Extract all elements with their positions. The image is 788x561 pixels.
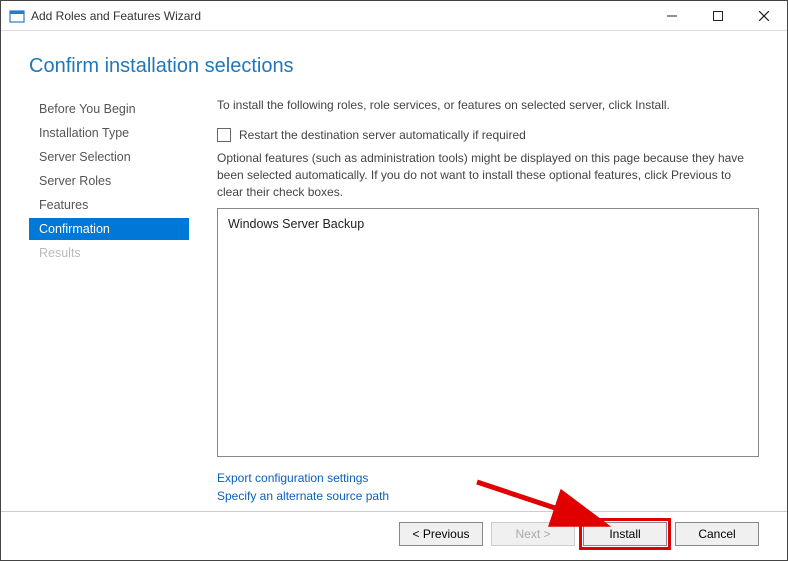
intro-text: To install the following roles, role ser… (217, 98, 759, 122)
wizard-window: Add Roles and Features Wizard Confirm in… (0, 0, 788, 561)
cancel-button[interactable]: Cancel (675, 522, 759, 546)
sidebar-item-server-roles[interactable]: Server Roles (29, 170, 189, 192)
sidebar-item-confirmation[interactable]: Confirmation (29, 218, 189, 240)
optional-features-note: Optional features (such as administratio… (217, 150, 759, 208)
close-button[interactable] (741, 1, 787, 31)
sidebar-item-results: Results (29, 242, 189, 264)
install-button[interactable]: Install (583, 522, 667, 546)
selected-features-list: Windows Server Backup (217, 208, 759, 457)
window-title: Add Roles and Features Wizard (31, 9, 649, 23)
previous-button[interactable]: < Previous (399, 522, 483, 546)
header: Confirm installation selections (1, 31, 787, 88)
app-icon (9, 8, 25, 24)
links: Export configuration settings Specify an… (217, 469, 759, 511)
main-content: To install the following roles, role ser… (189, 98, 759, 511)
page-title: Confirm installation selections (29, 55, 294, 78)
export-config-link[interactable]: Export configuration settings (217, 469, 759, 487)
window-controls (649, 1, 787, 31)
wizard-steps-sidebar: Before You Begin Installation Type Serve… (29, 98, 189, 511)
footer-buttons: < Previous Next > Install Cancel (1, 511, 787, 560)
next-button: Next > (491, 522, 575, 546)
sidebar-item-installation-type[interactable]: Installation Type (29, 122, 189, 144)
restart-checkbox-row[interactable]: Restart the destination server automatic… (217, 122, 759, 150)
restart-checkbox-label: Restart the destination server automatic… (239, 128, 526, 142)
sidebar-item-server-selection[interactable]: Server Selection (29, 146, 189, 168)
feature-item: Windows Server Backup (228, 217, 748, 231)
maximize-button[interactable] (695, 1, 741, 31)
body: Before You Begin Installation Type Serve… (1, 88, 787, 511)
sidebar-item-before-you-begin[interactable]: Before You Begin (29, 98, 189, 120)
titlebar: Add Roles and Features Wizard (1, 1, 787, 31)
sidebar-item-features[interactable]: Features (29, 194, 189, 216)
restart-checkbox[interactable] (217, 128, 231, 142)
alternate-source-link[interactable]: Specify an alternate source path (217, 487, 759, 505)
minimize-button[interactable] (649, 1, 695, 31)
